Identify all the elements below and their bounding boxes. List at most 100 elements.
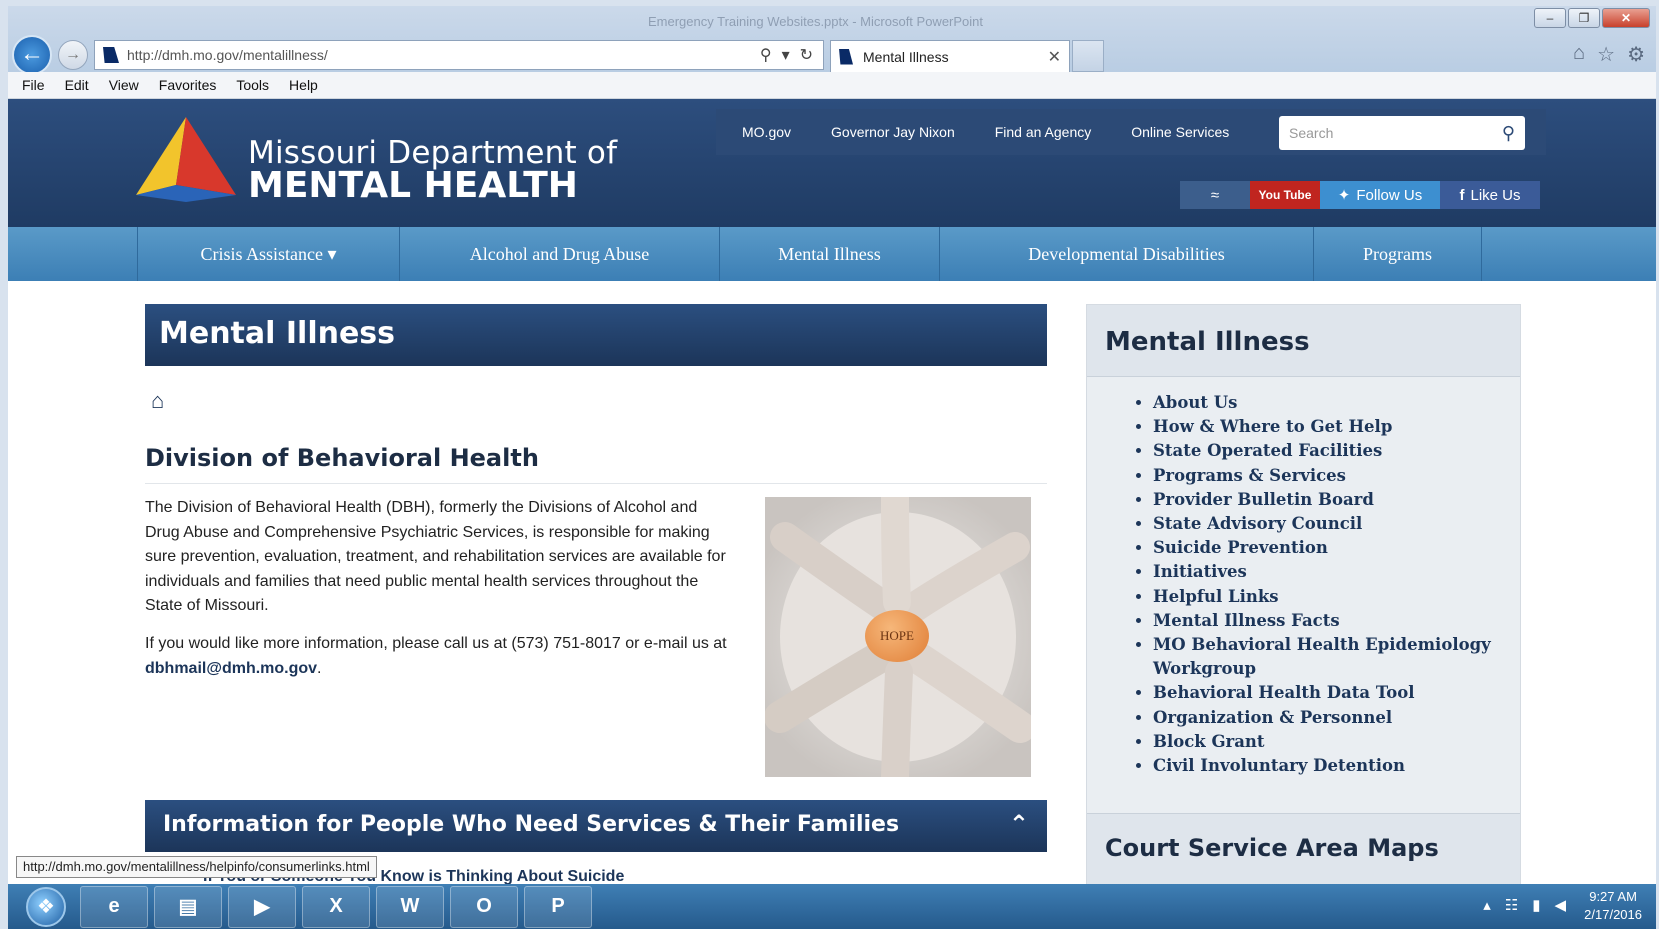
- maps-title[interactable]: Court Service Area Maps: [1105, 834, 1439, 862]
- restore-button[interactable]: ❐: [1568, 8, 1600, 28]
- sidebar-link[interactable]: Helpful Links: [1153, 585, 1515, 609]
- util-link-mogov[interactable]: MO.gov: [742, 124, 791, 140]
- sidebar-link[interactable]: Initiatives: [1153, 560, 1515, 584]
- youtube-button[interactable]: You Tube: [1250, 181, 1320, 209]
- page-title: Mental Illness: [145, 304, 1047, 366]
- division-heading: Division of Behavioral Health: [145, 444, 539, 472]
- show-hidden-icons-icon[interactable]: ▴: [1483, 896, 1491, 914]
- close-tab-icon[interactable]: ✕: [1048, 47, 1061, 67]
- facebook-like-button[interactable]: f Like Us: [1440, 181, 1540, 209]
- clock[interactable]: 9:27 AM 2/17/2016: [1584, 888, 1642, 924]
- address-bar[interactable]: http://dmh.mo.gov/mentalillness/ ⚲ ▾ ↻: [94, 40, 824, 70]
- twitter-follow-button[interactable]: ✦ Follow Us: [1320, 181, 1440, 209]
- sidebar-link[interactable]: MO Behavioral Health Epidemiology Workgr…: [1153, 633, 1515, 681]
- close-button[interactable]: ✕: [1602, 8, 1650, 28]
- word-icon: W: [400, 895, 420, 917]
- browser-tab[interactable]: Mental Illness ✕: [830, 40, 1070, 72]
- new-tab-button[interactable]: [1072, 40, 1104, 72]
- email-link[interactable]: dbhmail@dmh.mo.gov: [145, 660, 317, 677]
- home-icon[interactable]: ⌂: [151, 388, 164, 414]
- taskbar-explorer[interactable]: ▤: [154, 885, 222, 928]
- web-page: Missouri Department of MENTAL HEALTH MO.…: [8, 99, 1656, 884]
- sidebar: Mental Illness About Us How & Where to G…: [1086, 304, 1521, 884]
- menu-favorites[interactable]: Favorites: [159, 77, 217, 93]
- util-link-governor[interactable]: Governor Jay Nixon: [831, 124, 955, 140]
- util-link-online-services[interactable]: Online Services: [1131, 124, 1229, 140]
- rss-button[interactable]: ≈: [1180, 181, 1250, 209]
- hope-hands-image: HOPE: [765, 497, 1031, 777]
- window-title: Emergency Training Websites.pptx - Micro…: [648, 14, 984, 29]
- network-icon[interactable]: ☷: [1505, 896, 1518, 914]
- main-nav: Crisis Assistance ▾ Alcohol and Drug Abu…: [8, 227, 1656, 281]
- follow-us-label: Follow Us: [1356, 186, 1423, 204]
- contact-text: If you would like more information, plea…: [145, 635, 727, 652]
- home-icon[interactable]: ⌂: [1573, 42, 1585, 67]
- menu-file[interactable]: File: [22, 77, 45, 93]
- contact-suffix: .: [317, 659, 322, 677]
- sidebar-link[interactable]: Mental Illness Facts: [1153, 609, 1515, 633]
- sidebar-link[interactable]: State Operated Facilities: [1153, 439, 1515, 463]
- clock-date: 2/17/2016: [1584, 907, 1642, 922]
- taskbar: ❖ e ▤ ▶ X W O P ▴ ☷ ▮ ◀ 9:27 AM 2/17/201…: [8, 884, 1656, 929]
- sidebar-header: Mental Illness: [1087, 305, 1520, 377]
- info-accordion-header[interactable]: Information for People Who Need Services…: [145, 800, 1047, 852]
- back-button[interactable]: ←: [12, 35, 52, 75]
- taskbar-word[interactable]: W: [376, 885, 444, 928]
- menu-view[interactable]: View: [109, 77, 139, 93]
- folder-icon: ▤: [178, 896, 198, 918]
- refresh-icon[interactable]: ↻: [800, 45, 813, 65]
- maps-section-header: Court Service Area Maps: [1087, 813, 1520, 884]
- hope-egg: HOPE: [865, 610, 929, 662]
- logo-text-mental-health[interactable]: MENTAL HEALTH: [248, 165, 578, 206]
- search-icon[interactable]: ⚲: [1502, 123, 1515, 144]
- sidebar-link[interactable]: Suicide Prevention: [1153, 536, 1515, 560]
- address-text[interactable]: http://dmh.mo.gov/mentalillness/: [127, 47, 760, 63]
- nav-crisis-assistance[interactable]: Crisis Assistance ▾: [138, 227, 400, 281]
- taskbar-powerpoint[interactable]: P: [524, 885, 592, 928]
- sidebar-link[interactable]: Block Grant: [1153, 730, 1515, 754]
- nav-alcohol-drug-abuse[interactable]: Alcohol and Drug Abuse: [400, 227, 720, 281]
- sidebar-link[interactable]: Provider Bulletin Board: [1153, 488, 1515, 512]
- nav-developmental-disabilities[interactable]: Developmental Disabilities: [940, 227, 1314, 281]
- minimize-button[interactable]: –: [1534, 8, 1566, 28]
- start-button[interactable]: ❖: [18, 885, 74, 929]
- taskbar-media[interactable]: ▶: [228, 885, 296, 928]
- forward-button[interactable]: →: [58, 40, 88, 70]
- menu-edit[interactable]: Edit: [65, 77, 89, 93]
- volume-icon[interactable]: ◀: [1554, 896, 1566, 914]
- taskbar-excel[interactable]: X: [302, 885, 370, 928]
- excel-icon: X: [329, 895, 343, 917]
- dmh-logo-icon[interactable]: [136, 117, 236, 202]
- intro-paragraph: The Division of Behavioral Health (DBH),…: [145, 499, 726, 614]
- sidebar-links: About Us How & Where to Get Help State O…: [1135, 391, 1515, 778]
- outlook-icon: O: [476, 895, 492, 917]
- sidebar-link[interactable]: Programs & Services: [1153, 464, 1515, 488]
- favorites-star-icon[interactable]: ☆: [1597, 42, 1615, 67]
- nav-programs[interactable]: Programs: [1314, 227, 1482, 281]
- taskbar-ie[interactable]: e: [80, 885, 148, 928]
- util-link-find-agency[interactable]: Find an Agency: [995, 124, 1092, 140]
- site-search-input[interactable]: Search ⚲: [1279, 116, 1525, 150]
- ie-icon: e: [108, 895, 120, 917]
- search-icon[interactable]: ⚲: [760, 45, 772, 65]
- window-controls: – ❐ ✕: [1534, 8, 1650, 28]
- signal-icon[interactable]: ▮: [1532, 896, 1540, 914]
- gear-icon[interactable]: ⚙: [1627, 42, 1645, 67]
- sidebar-link[interactable]: Organization & Personnel: [1153, 706, 1515, 730]
- nav-mental-illness[interactable]: Mental Illness: [720, 227, 940, 281]
- menu-help[interactable]: Help: [289, 77, 318, 93]
- site-favicon-icon: [103, 47, 119, 63]
- windows-logo-icon: ❖: [26, 886, 66, 927]
- menu-tools[interactable]: Tools: [236, 77, 269, 93]
- media-player-icon: ▶: [254, 896, 270, 918]
- sidebar-link[interactable]: How & Where to Get Help: [1153, 415, 1515, 439]
- sidebar-link[interactable]: State Advisory Council: [1153, 512, 1515, 536]
- forward-arrow-icon: →: [65, 46, 81, 63]
- sidebar-link[interactable]: Civil Involuntary Detention: [1153, 754, 1515, 778]
- taskbar-outlook[interactable]: O: [450, 885, 518, 928]
- sidebar-link[interactable]: About Us: [1153, 391, 1515, 415]
- dropdown-icon[interactable]: ▾: [782, 45, 790, 65]
- sidebar-link[interactable]: Behavioral Health Data Tool: [1153, 681, 1515, 705]
- site-header: Missouri Department of MENTAL HEALTH MO.…: [8, 99, 1656, 227]
- chevron-up-icon[interactable]: ⌃: [1009, 810, 1029, 838]
